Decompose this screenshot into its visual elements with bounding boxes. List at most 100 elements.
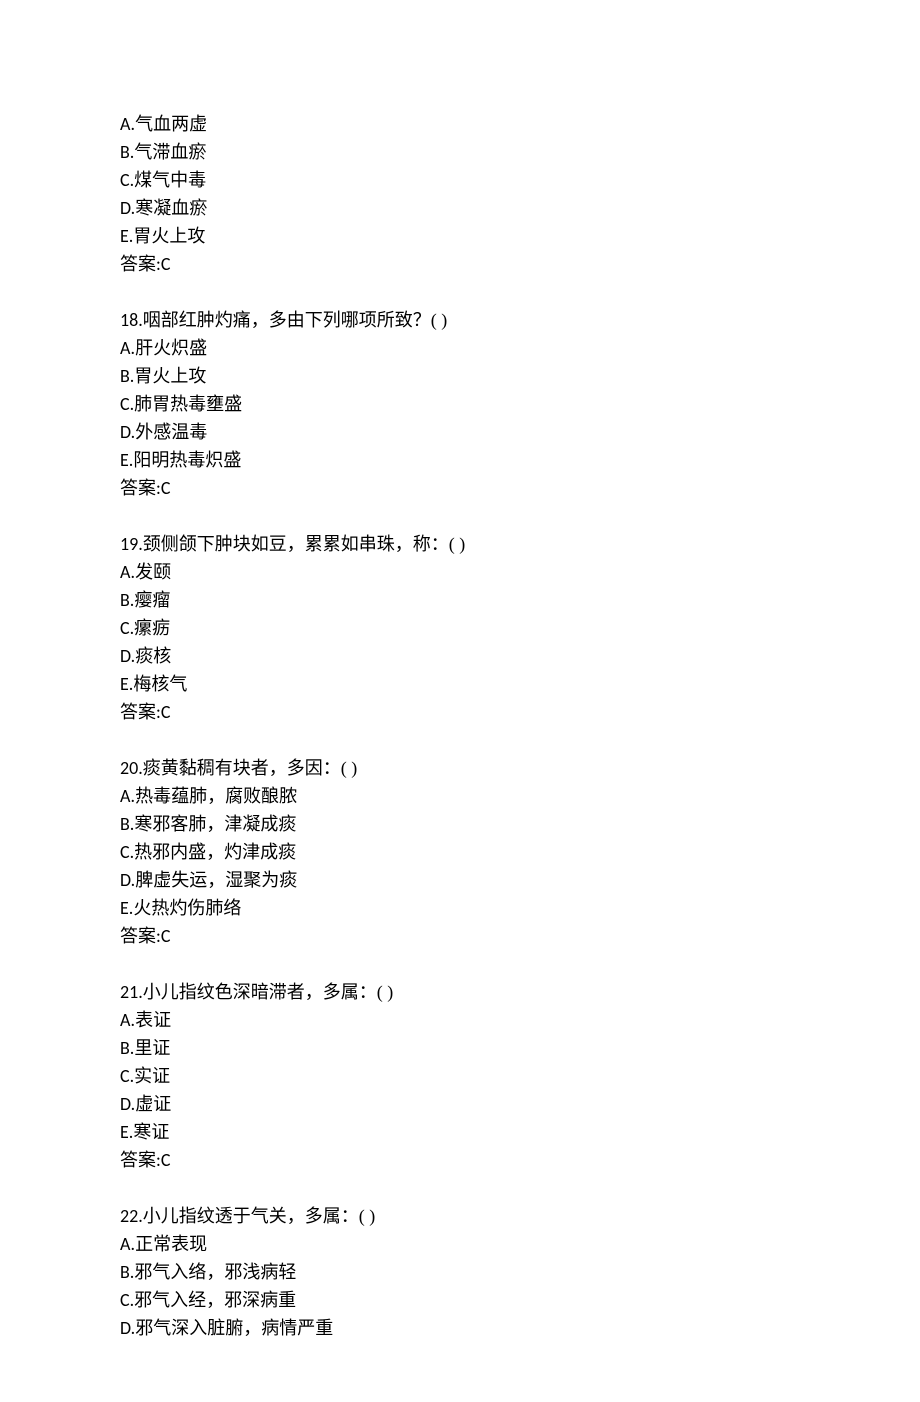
question-number: 18 xyxy=(120,309,138,331)
option-text: 发颐 xyxy=(135,562,171,582)
question-number: 20 xyxy=(120,757,138,779)
question-text: 颈侧颌下肿块如豆，累累如串珠，称：( ) xyxy=(143,534,466,554)
option-line: C.热邪内盛，灼津成痰 xyxy=(120,838,800,866)
option-line: C.煤气中毒 xyxy=(120,166,800,194)
answer-label: 答案 xyxy=(120,926,156,946)
option-line: A.肝火炽盛 xyxy=(120,334,800,362)
option-letter: C xyxy=(120,1065,130,1087)
option-text: 瘰疬 xyxy=(134,618,170,638)
option-letter: A xyxy=(120,561,131,583)
option-text: 气滞血瘀 xyxy=(134,142,206,162)
answer-value: C xyxy=(161,701,171,723)
answer-label: 答案 xyxy=(120,1150,156,1170)
option-line: E.胃火上攻 xyxy=(120,222,800,250)
option-text: 表证 xyxy=(135,1010,171,1030)
option-text: 寒证 xyxy=(133,1122,169,1142)
option-text: 煤气中毒 xyxy=(134,170,206,190)
option-text: 瘿瘤 xyxy=(134,590,170,610)
option-line: D.邪气深入脏腑，病情严重 xyxy=(120,1314,800,1342)
option-text: 肺胃热毒壅盛 xyxy=(134,394,242,414)
option-line: B.瘿瘤 xyxy=(120,586,800,614)
question-number: 19 xyxy=(120,533,138,555)
option-letter: B xyxy=(120,589,130,611)
option-text: 气血两虚 xyxy=(135,114,207,134)
question-text: 咽部红肿灼痛，多由下列哪项所致？( ) xyxy=(143,310,448,330)
document-page: A.气血两虚 B.气滞血瘀 C.煤气中毒 D.寒凝血瘀 E.胃火上攻 答案:C … xyxy=(0,0,920,1402)
option-line: E.梅核气 xyxy=(120,670,800,698)
question-stem: 18.咽部红肿灼痛，多由下列哪项所致？( ) xyxy=(120,306,800,334)
blank-line xyxy=(120,950,800,978)
option-text: 实证 xyxy=(134,1066,170,1086)
option-line: B.里证 xyxy=(120,1034,800,1062)
option-line: B.邪气入络，邪浅病轻 xyxy=(120,1258,800,1286)
answer-value: C xyxy=(161,253,171,275)
question-text: 小儿指纹透于气关，多属：( ) xyxy=(143,1206,376,1226)
option-line: C.实证 xyxy=(120,1062,800,1090)
option-letter: B xyxy=(120,141,130,163)
option-letter: E xyxy=(120,897,129,919)
option-text: 火热灼伤肺络 xyxy=(133,898,241,918)
option-line: B.气滞血瘀 xyxy=(120,138,800,166)
option-letter: B xyxy=(120,1037,130,1059)
option-text: 痰核 xyxy=(135,646,171,666)
option-letter: E xyxy=(120,673,129,695)
option-letter: D xyxy=(120,421,131,443)
answer-line: 答案:C xyxy=(120,698,800,726)
option-text: 邪气入络，邪浅病轻 xyxy=(134,1262,296,1282)
option-line: E.寒证 xyxy=(120,1118,800,1146)
question-text: 痰黄黏稠有块者，多因：( ) xyxy=(143,758,358,778)
blank-line xyxy=(120,726,800,754)
option-line: C.瘰疬 xyxy=(120,614,800,642)
option-line: A.发颐 xyxy=(120,558,800,586)
option-letter: E xyxy=(120,1121,129,1143)
option-text: 里证 xyxy=(134,1038,170,1058)
option-line: E.阳明热毒炽盛 xyxy=(120,446,800,474)
option-line: B.寒邪客肺，津凝成痰 xyxy=(120,810,800,838)
answer-label: 答案 xyxy=(120,478,156,498)
option-letter: D xyxy=(120,197,131,219)
option-letter: D xyxy=(120,1317,131,1339)
option-letter: A xyxy=(120,337,131,359)
option-line: E.火热灼伤肺络 xyxy=(120,894,800,922)
option-text: 胃火上攻 xyxy=(133,226,205,246)
option-text: 寒凝血瘀 xyxy=(135,198,207,218)
option-letter: E xyxy=(120,225,129,247)
option-letter: A xyxy=(120,113,131,135)
answer-line: 答案:C xyxy=(120,474,800,502)
question-number: 22 xyxy=(120,1205,138,1227)
answer-value: C xyxy=(161,925,171,947)
option-line: A.气血两虚 xyxy=(120,110,800,138)
option-letter: D xyxy=(120,645,131,667)
option-text: 阳明热毒炽盛 xyxy=(133,450,241,470)
answer-value: C xyxy=(161,477,171,499)
option-line: A.热毒蕴肺，腐败酿脓 xyxy=(120,782,800,810)
option-text: 脾虚失运，湿聚为痰 xyxy=(135,870,297,890)
option-line: D.虚证 xyxy=(120,1090,800,1118)
option-letter: C xyxy=(120,1289,130,1311)
option-letter: E xyxy=(120,449,129,471)
answer-value: C xyxy=(161,1149,171,1171)
option-letter: A xyxy=(120,1233,131,1255)
option-text: 邪气深入脏腑，病情严重 xyxy=(135,1318,333,1338)
option-letter: A xyxy=(120,785,131,807)
answer-line: 答案:C xyxy=(120,250,800,278)
option-letter: B xyxy=(120,813,130,835)
option-text: 梅核气 xyxy=(133,674,187,694)
option-line: B.胃火上攻 xyxy=(120,362,800,390)
option-line: D.脾虚失运，湿聚为痰 xyxy=(120,866,800,894)
option-text: 肝火炽盛 xyxy=(135,338,207,358)
blank-line xyxy=(120,502,800,530)
answer-line: 答案:C xyxy=(120,1146,800,1174)
option-text: 正常表现 xyxy=(135,1234,207,1254)
option-letter: D xyxy=(120,1093,131,1115)
option-letter: D xyxy=(120,869,131,891)
option-letter: C xyxy=(120,841,130,863)
question-stem: 21.小儿指纹色深暗滞者，多属：( ) xyxy=(120,978,800,1006)
question-text: 小儿指纹色深暗滞者，多属：( ) xyxy=(143,982,394,1002)
option-line: D.外感温毒 xyxy=(120,418,800,446)
option-text: 邪气入经，邪深病重 xyxy=(134,1290,296,1310)
option-letter: C xyxy=(120,169,130,191)
question-stem: 22.小儿指纹透于气关，多属：( ) xyxy=(120,1202,800,1230)
option-text: 热邪内盛，灼津成痰 xyxy=(134,842,296,862)
blank-line xyxy=(120,1174,800,1202)
